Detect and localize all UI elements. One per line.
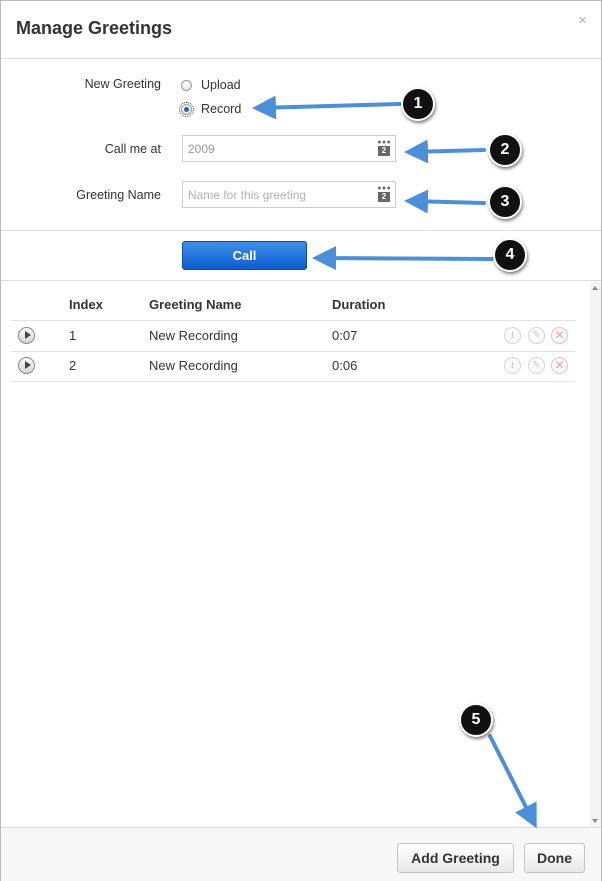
- step-badge-4: 4: [493, 238, 527, 272]
- arrow-4: [312, 246, 494, 271]
- step-badge-3: 3: [488, 185, 522, 219]
- arrow-5: [488, 734, 537, 829]
- step-badge-2: 2: [488, 133, 522, 167]
- step-badge-5: 5: [459, 703, 493, 737]
- arrow-1: [252, 95, 402, 120]
- annotation-arrows: [252, 95, 537, 829]
- arrow-3: [404, 189, 486, 214]
- step-badge-1: 1: [401, 87, 435, 121]
- arrow-2: [404, 139, 486, 164]
